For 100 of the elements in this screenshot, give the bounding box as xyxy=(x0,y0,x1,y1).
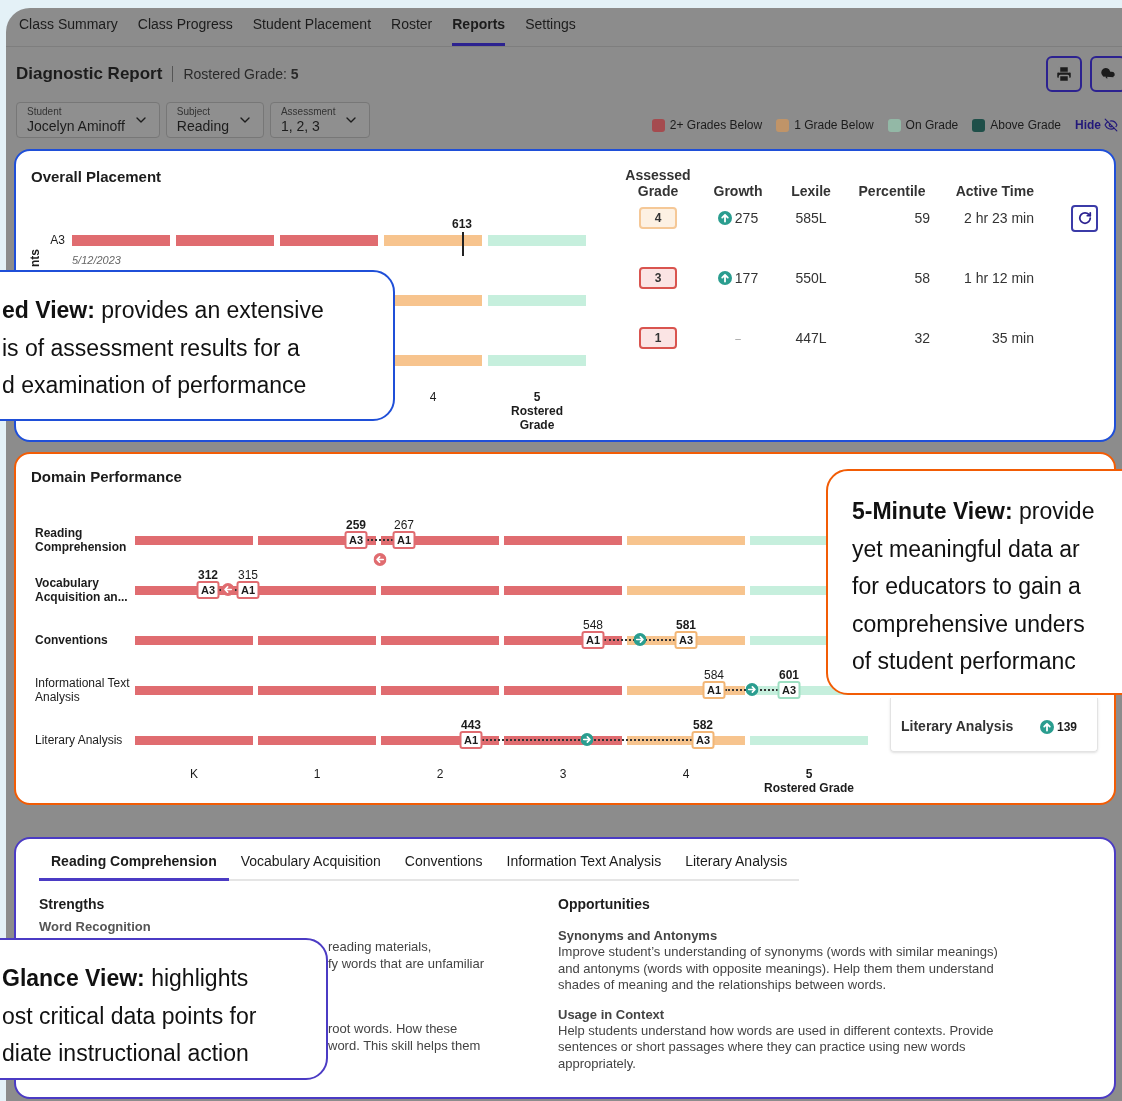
percentile-value: 58 xyxy=(914,269,930,286)
callout-text: Glance View: highlights ost critical data points for diate instructional action xyxy=(2,964,258,1068)
assessment-date: 5/12/2023 xyxy=(72,253,121,268)
callout-text: ed View: provides an extensive is of assessment results for a d examination of performance xyxy=(2,296,325,400)
score-label: 613 xyxy=(452,216,473,233)
refresh-button[interactable] xyxy=(1071,204,1098,232)
percentile-value: 32 xyxy=(914,329,930,346)
refresh-icon xyxy=(1077,211,1092,225)
print-button[interactable] xyxy=(1046,56,1082,92)
growth-value: 177 xyxy=(734,268,759,288)
column-header: Growth xyxy=(713,183,763,199)
active-time-value: 1 hr 12 min xyxy=(963,269,1034,286)
domain-label: Vocabulary Acquisition an... xyxy=(35,576,128,604)
legend-label: On Grade xyxy=(905,117,959,134)
nav-tab[interactable]: Student Placement xyxy=(252,14,371,46)
lexile-value: 447L xyxy=(795,329,827,346)
rostered-grade-note: Rostered Grade xyxy=(764,781,854,795)
rostered-grade-note: Rostered Grade xyxy=(510,404,564,432)
assessed-grade-badge: 4 xyxy=(639,207,677,229)
lexile-value: 585L xyxy=(795,209,827,226)
score-label: 443 xyxy=(461,717,481,734)
score-label: 548 xyxy=(583,617,603,634)
score-label: 267 xyxy=(394,517,414,534)
printer-icon xyxy=(1055,65,1073,83)
domain-name: Literary Analysis xyxy=(901,717,1014,736)
domain-tab[interactable]: Information Text Analysis xyxy=(494,845,674,881)
grade-axis-label: 4 xyxy=(682,767,690,781)
lexile-value: 550L xyxy=(795,269,827,286)
opportunities-title: Opportunities xyxy=(558,895,650,914)
strength-heading: Word Recognition xyxy=(39,918,151,936)
nav-tab[interactable]: Class Progress xyxy=(137,14,233,46)
strength-text: word. This skill helps them xyxy=(328,1036,481,1054)
assessment-marker: A3 xyxy=(777,681,801,699)
strength-text: reading materials, xyxy=(328,937,432,955)
growth-value: 275 xyxy=(734,208,759,228)
callout-text: 5-Minute View: provide yet meaningful data ar for educators to gain a comprehensive unders of student performanc xyxy=(852,497,1096,676)
hide-legend-button[interactable]: Hide xyxy=(1075,116,1118,134)
column-header: Percentile xyxy=(858,183,926,199)
domain-label: Literary Analysis xyxy=(35,733,123,747)
filter-dropdown[interactable]: Student Jocelyn Aminoff xyxy=(16,102,160,138)
domain-tab[interactable]: Reading Comprehension xyxy=(39,845,229,881)
active-time-value: 2 hr 23 min xyxy=(963,209,1034,226)
growth-value: 139 xyxy=(1056,718,1077,736)
grade-axis-label: 4 xyxy=(429,390,437,404)
grade-axis-label: K xyxy=(190,767,198,781)
assessment-marker: A1 xyxy=(236,581,260,599)
eye-off-icon xyxy=(1104,118,1118,132)
score-label: 312 xyxy=(198,567,218,584)
opportunity-text: Improve student’s understanding of synonyms (words with similar meanings) and antonyms (words with opposite meanings). Help them them understand shades of meaning and the relationships between words. xyxy=(558,944,999,994)
report-title: Diagnostic Report xyxy=(16,63,163,86)
assessment-marker: A1 xyxy=(459,731,483,749)
column-header: Lexile xyxy=(791,183,831,199)
domain-label: Informational Text Analysis xyxy=(35,676,130,704)
legend-label: Above Grade xyxy=(990,117,1061,134)
assessment-marker: A1 xyxy=(581,631,605,649)
grade-axis-label: 5 xyxy=(533,390,541,404)
domain-tab[interactable]: Conventions xyxy=(392,845,495,881)
assessment-marker: A3 xyxy=(674,631,698,649)
active-time-value: 35 min xyxy=(991,329,1034,346)
score-label: 315 xyxy=(238,567,258,584)
assessment-marker: A1 xyxy=(392,531,416,549)
assessment-label: A3 xyxy=(50,233,65,247)
assessment-marker: A3 xyxy=(344,531,368,549)
domain-tab[interactable]: Literary Analysis xyxy=(673,845,800,881)
nav-tab[interactable]: Reports xyxy=(452,14,506,46)
strengths-title: Strengths xyxy=(39,895,105,914)
strength-text: root words. How these xyxy=(328,1019,458,1037)
growth-value: – xyxy=(735,331,741,346)
score-label: 584 xyxy=(704,667,724,684)
grade-axis-label: 5 xyxy=(805,767,813,781)
opportunity-heading: Usage in Context xyxy=(558,1006,665,1023)
assessed-grade-badge: 1 xyxy=(639,327,677,349)
score-tick xyxy=(462,232,464,256)
download-button[interactable] xyxy=(1090,56,1122,92)
legend-label: 1 Grade Below xyxy=(794,117,874,134)
column-header: Assessed Grade xyxy=(625,167,691,199)
filter-dropdown[interactable]: Subject Reading xyxy=(165,102,264,138)
grade-axis-label: 1 xyxy=(313,767,321,781)
filter-dropdown[interactable]: Assessment 1, 2, 3 xyxy=(269,102,371,138)
assessment-marker: A1 xyxy=(702,681,726,699)
domain-label: Conventions xyxy=(35,633,108,647)
domain-label: Reading Comprehension xyxy=(35,526,127,554)
score-label: 259 xyxy=(346,517,366,534)
strength-text: fy words that are unfamiliar xyxy=(328,954,485,972)
percentile-value: 59 xyxy=(914,209,930,226)
domain-tab[interactable]: Vocabulary Acquisition xyxy=(228,845,393,881)
score-label: 581 xyxy=(676,617,696,634)
nav-tab[interactable]: Class Summary xyxy=(19,14,118,46)
score-label: 601 xyxy=(779,667,799,684)
nav-tab[interactable]: Settings xyxy=(525,14,576,46)
legend-label: 2+ Grades Below xyxy=(669,117,763,134)
section-title: Domain Performance xyxy=(31,467,182,487)
nav-tab[interactable]: Roster xyxy=(391,14,433,46)
section-title: Overall Placement xyxy=(31,167,162,187)
opportunity-text: Help students understand how words are used in different contexts. Provide sentences or short passages where they can practice using new words appropriately. xyxy=(558,1022,995,1072)
assessed-grade-badge: 3 xyxy=(639,267,677,289)
assessment-marker: A3 xyxy=(691,731,715,749)
grade-axis-label: 2 xyxy=(436,767,444,781)
score-label: 582 xyxy=(693,717,713,734)
axis-title: nts xyxy=(27,249,43,267)
